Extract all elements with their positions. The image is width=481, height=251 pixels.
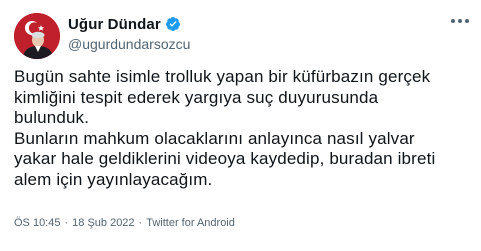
tweet-date[interactable]: 18 Şub 2022 bbox=[72, 217, 134, 229]
verified-badge-icon bbox=[165, 17, 180, 31]
tweet-card: Uğur Dündar @ugurdundarsozcu Bugün sahte… bbox=[0, 0, 481, 251]
display-name[interactable]: Uğur Dündar bbox=[68, 16, 161, 33]
meta-separator: · bbox=[138, 217, 143, 229]
tweet-time[interactable]: ÖS 10:45 bbox=[14, 217, 60, 229]
tweet-source[interactable]: Twitter for Android bbox=[146, 217, 235, 229]
tweet-text: Bugün sahte isimle trolluk yapan bir küf… bbox=[14, 67, 436, 189]
avatar-image bbox=[14, 13, 60, 59]
more-dots-icon[interactable] bbox=[451, 18, 469, 24]
avatar[interactable] bbox=[14, 13, 60, 59]
meta-separator: · bbox=[64, 217, 69, 229]
name-row: Uğur Dündar bbox=[68, 14, 181, 34]
user-handle[interactable]: @ugurdundarsozcu bbox=[68, 36, 190, 52]
tweet-meta: ÖS 10:45 · 18 Şub 2022 · Twitter for And… bbox=[14, 217, 235, 229]
